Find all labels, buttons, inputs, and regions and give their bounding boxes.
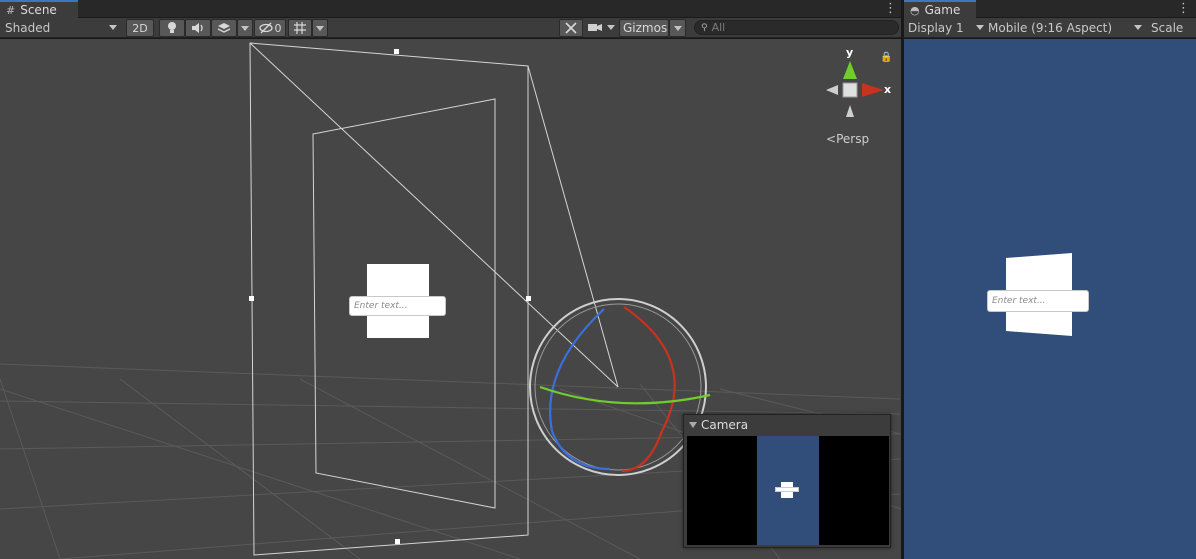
shading-mode-label: Shaded: [5, 20, 51, 35]
tab-game[interactable]: ◓ Game: [904, 0, 976, 18]
scale-label: Scale: [1151, 20, 1184, 35]
scene-tabbar: # Scene ⋮: [0, 0, 901, 18]
tab-scene[interactable]: # Scene: [0, 0, 78, 18]
gamepad-icon: ◓: [910, 3, 920, 17]
gizmos-label: Gizmos: [623, 21, 668, 35]
tab-game-label: Game: [924, 3, 961, 17]
preview-field: [775, 487, 799, 492]
scene-viewport[interactable]: Enter text... y x 🔒 <Persp Camera: [0, 39, 901, 559]
camera-preview-screen: [687, 436, 889, 545]
layers-icon: [217, 23, 231, 33]
audio-toggle-button[interactable]: [185, 19, 211, 37]
chevron-down-icon: [1134, 25, 1142, 30]
gizmos-dropdown-button[interactable]: [669, 19, 686, 37]
scale-slider-label[interactable]: Scale: [1151, 18, 1196, 37]
tab-scene-label: Scene: [20, 3, 57, 17]
gizmos-button[interactable]: Gizmos: [619, 19, 669, 37]
eye-slash-icon: [258, 22, 273, 34]
game-input-placeholder: Enter text...: [992, 296, 1046, 306]
orientation-gizmo: [826, 61, 884, 117]
scene-toolbar: Shaded 2D 0 Gizmos ⚲ All: [0, 18, 901, 38]
display-label: Display 1: [908, 20, 964, 35]
search-icon: ⚲: [701, 22, 708, 33]
game-text-input[interactable]: Enter text...: [987, 290, 1089, 312]
chevron-down-icon: [976, 25, 984, 30]
chevron-down-icon: [109, 25, 117, 30]
chevron-down-icon: [316, 25, 324, 31]
visibility-toggle-button[interactable]: 0: [254, 19, 286, 37]
shading-mode-dropdown[interactable]: Shaded: [5, 18, 120, 37]
scene-input-placeholder: Enter text...: [354, 301, 408, 311]
display-dropdown[interactable]: Display 1: [908, 18, 984, 37]
scene-text-input[interactable]: Enter text...: [349, 296, 446, 316]
chevron-down-icon: [607, 25, 615, 30]
scene-menu-icon[interactable]: ⋮: [884, 1, 897, 17]
camera-preview-header[interactable]: Camera: [684, 415, 890, 435]
camera-preview-title: Camera: [701, 418, 749, 432]
aspect-dropdown[interactable]: Mobile (9:16 Aspect): [988, 18, 1142, 37]
game-toolbar: Display 1 Mobile (9:16 Aspect) Scale: [904, 18, 1196, 38]
game-viewport[interactable]: Enter text...: [904, 39, 1196, 559]
grid-icon: #: [6, 3, 16, 17]
grid-dropdown-button[interactable]: [312, 19, 328, 37]
lock-icon[interactable]: 🔒: [880, 52, 892, 63]
hidden-count: 0: [274, 21, 282, 35]
effects-dropdown-button[interactable]: [237, 19, 253, 37]
camera-preview-panel[interactable]: Camera: [683, 414, 891, 548]
axis-x-label: x: [884, 83, 892, 96]
camera-preview-viewport: [757, 436, 819, 545]
grid-toggle-icon: [294, 22, 306, 34]
grid-toggle-button[interactable]: [288, 19, 312, 37]
tools-button[interactable]: [559, 19, 583, 37]
chevron-down-icon: [673, 25, 682, 31]
lightbulb-icon: [168, 22, 176, 33]
game-tabbar: ◓ Game ⋮: [904, 0, 1196, 18]
chevron-down-icon: [241, 25, 249, 31]
search-placeholder: All: [711, 21, 726, 34]
aspect-label: Mobile (9:16 Aspect): [988, 20, 1113, 35]
collapse-icon[interactable]: [689, 422, 697, 428]
axis-y-label: y: [846, 46, 854, 59]
camera-settings-dropdown[interactable]: [588, 18, 616, 37]
lighting-toggle-button[interactable]: [159, 19, 185, 37]
persp-icon: <: [826, 132, 837, 146]
tools-icon: [565, 22, 577, 34]
toggle-2d-label: 2D: [132, 21, 148, 35]
projection-toggle[interactable]: <Persp: [826, 132, 869, 146]
scene-search-input[interactable]: ⚲ All: [694, 20, 899, 35]
speaker-icon: [192, 23, 203, 33]
toggle-2d-button[interactable]: 2D: [126, 19, 154, 37]
game-menu-icon[interactable]: ⋮: [1177, 1, 1190, 17]
camera-icon: [588, 24, 602, 31]
persp-label: Persp: [836, 132, 870, 146]
effects-toggle-button[interactable]: [211, 19, 237, 37]
